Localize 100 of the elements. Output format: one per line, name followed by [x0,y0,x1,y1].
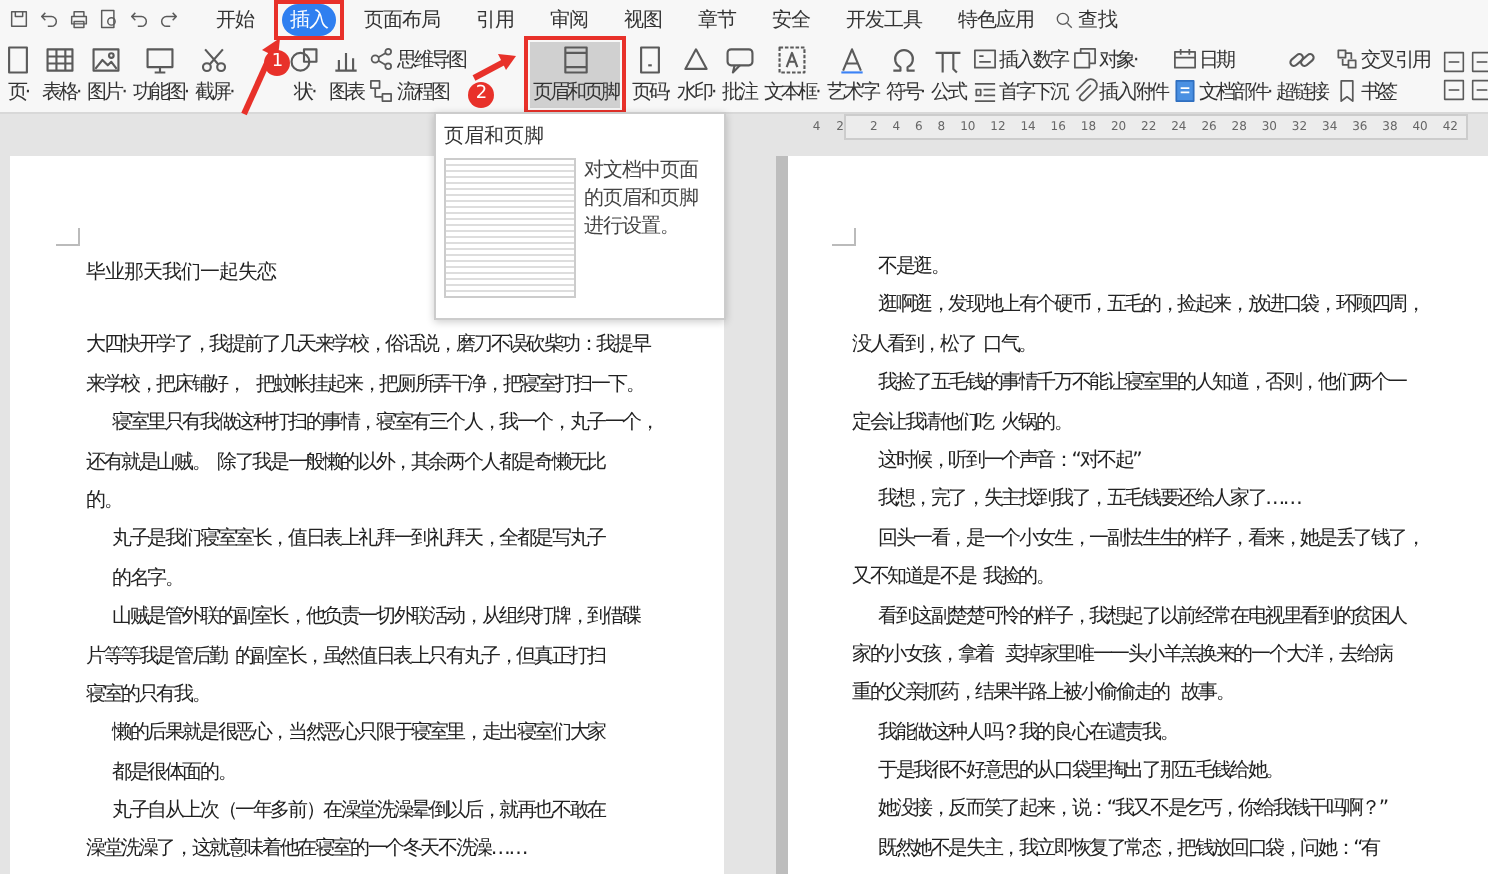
cross-reference-icon [1333,46,1360,72]
text-line: 看到这副楚楚可怜的样子，我想起了以前经常在电视里看到的贫困人 [878,603,1407,632]
text-line: 懒的后果就是很恶心，当然恶心只限于寝室里，走出寝室们大家 [112,719,605,749]
page-preview [444,158,576,298]
search-label[interactable]: 查找 [1078,5,1118,33]
ribbon-tab[interactable]: 插入 [282,3,336,35]
text-line: 的。 [86,487,122,516]
omega-icon [888,44,921,76]
text-line: 来学校，把床铺好， 把蚊帐挂起来，把厕所弄干净，把寝室打扫一下。 [86,371,644,400]
ribbon-button[interactable]: 页· [0,42,36,108]
flowchart-icon [368,78,395,104]
text-line: 回头一看，是一个小女生，一副怯生生的样子，看来，她是丢了钱了， [878,525,1424,554]
ribbon-button[interactable]: 交叉引用 [1333,45,1430,73]
text-line: 家的小女孩，拿着 卖掉家里唯一一头小羊羔换来的一个大洋，去给病 [852,641,1392,670]
text-line: 没人看到，松了 口气。 [852,331,1036,360]
ribbon-tab[interactable]: 开始 [208,3,262,35]
ribbon-button[interactable]: 首字下沉 [971,77,1067,105]
ribbon-button[interactable]: 艺术字 [824,42,880,108]
ribbon-button[interactable]: 文档部件· [1171,77,1271,105]
ribbon-button[interactable]: 截屏· [193,42,235,108]
text-line: 于是我很不好意思的从口袋里掏出了那五毛钱给她。 [878,757,1283,787]
text-line: 不是逛。 [878,253,949,282]
text-line: 我想，完了，失主找到我了，五毛钱要还给人家了…… [878,485,1301,515]
text-line: 既然她不是失主，我立即恢复了常态，把钱放回口袋，问她：“有 [878,835,1379,864]
print-icon [68,8,90,30]
ribbon-button[interactable]: 状· [286,42,323,108]
mind-map-icon [368,46,395,72]
text-line: 重的父亲抓药，结果半路上被小偷偷走的 故事。 [852,679,1234,709]
text-line: 丸子是我们寝室室长，值日表上礼拜一到礼拜天，全都是写丸子 [112,525,605,555]
step-badge: 1 [264,50,291,76]
ribbon-button[interactable]: 公式 [929,42,967,108]
ribbon-tab[interactable]: 章节 [690,3,744,35]
ribbon-button[interactable]: 图片· [85,42,127,108]
calendar-icon [1171,46,1197,72]
ribbon-button[interactable]: 流程图 [368,77,465,105]
save-icon [8,8,30,30]
text-line: 片等等我是管后勤 的副室长，虽然值日表上只有丸子，但真正打扫 [86,643,605,672]
document-icon [1171,78,1197,104]
ribbon-tab[interactable]: 引用 [468,3,522,35]
layout-icon [1441,49,1466,73]
ribbon-button[interactable]: 批注 [720,42,759,108]
ribbon-tab[interactable]: 视图 [616,3,670,35]
ribbon-tab[interactable]: 开发工具 [838,3,930,35]
drop-cap-icon [971,78,997,104]
ribbon-button[interactable]: 对象· [1071,45,1167,73]
ribbon-tab[interactable]: 安全 [764,3,818,35]
text-line: 她没接，反而笑了起来，说：“我又不是乞丐，你给我钱干吗啊？” [878,795,1387,825]
step-badge: 2 [468,82,495,108]
ribbon-button[interactable]: 日期 [1171,45,1271,73]
page-icon [2,44,34,76]
ribbon-button[interactable]: 水印· [674,42,717,108]
text-line: 山贼是管外联的副室长，他负责一切外联活动，从组织打牌，到借碟 [112,603,641,633]
text-line: 逛啊逛，发现地上有个硬币，五毛的，捡起来，放进口袋，环顾四周， [878,291,1424,321]
ribbon-button[interactable]: 页眉和页脚 [530,42,620,108]
text-line: 定会让我请他们吃 火锅的。 [852,409,1072,438]
ribbon-button[interactable]: 符号· [883,42,925,108]
art-text-icon [836,44,869,76]
layout-icon [1469,49,1488,73]
monitor-icon [143,44,176,76]
picture-icon [90,44,123,76]
text-line: 我能做这种人吗？我的良心在谴责我。 [878,719,1178,748]
layout-icon [1441,77,1466,101]
document-title: 毕业那天我们一起失恋 [86,259,276,288]
ribbon-tab[interactable]: 审阅 [542,3,596,35]
ribbon-button[interactable]: 页码· [629,42,671,108]
ribbon-button[interactable]: 超链接 [1274,42,1330,108]
undo-icon [38,8,60,30]
ribbon-button[interactable]: 表格· [40,42,82,108]
text-line: 大四快开学了，我提前了几天来学校，俗话说，磨刀不误砍柴功：我提早 [86,331,650,361]
layout-icon [1469,77,1488,101]
text-line: 寝室的只有我。 [86,681,210,710]
undo-icon [128,8,150,30]
text-line: 澡堂洗澡了，这就意味着他在寝室的一个冬天不洗澡…… [86,835,527,865]
ribbon-button[interactable]: 插入附件 [1071,77,1167,105]
comment-icon [723,44,756,76]
ribbon-button[interactable]: 文本框· [762,42,821,108]
number-icon [971,46,997,72]
ribbon-tab[interactable]: 页面布局 [356,3,448,35]
text-line: 寝室里只有我做这种打扫的事情，寝室有三个人，我一个，丸子一个， [112,409,658,439]
text-line: 丸子自从上次（一年多前）在澡堂洗澡晕倒以后，就再也不敢在 [112,797,605,827]
ribbon-button[interactable]: 插入数字 [971,45,1067,73]
text-line: 又不知道是不是 我捡的。 [852,563,1054,593]
ribbon-tab[interactable]: 特色应用 [950,3,1042,35]
shape-icon [288,44,321,76]
preview-icon [98,8,120,30]
ribbon-button[interactable]: 书签 [1333,77,1430,105]
tooltip-title: 页眉和页脚 [444,123,546,150]
ribbon-button[interactable]: 思维导图 [368,45,465,73]
ribbon-button[interactable]: 功能图· [130,42,190,108]
table-icon [44,44,77,76]
text-line: 的名字。 [112,565,183,594]
text-line: 还有就是山贼。 除了我是一般懒的以外，其余两个人都是奇懒无比 [86,449,605,478]
ribbon-button[interactable]: 图表 [326,42,365,108]
page-icon [559,44,591,76]
scissors-icon [197,44,230,76]
paperclip-icon [1071,78,1097,104]
tooltip-text: 对文档中页面的页眉和页脚进行设置。 [584,158,700,242]
text-line: 都是很体面的。 [112,759,236,788]
text-line: 这时候，听到一个声音：“对不起” [878,447,1141,476]
search-icon [1054,9,1074,29]
